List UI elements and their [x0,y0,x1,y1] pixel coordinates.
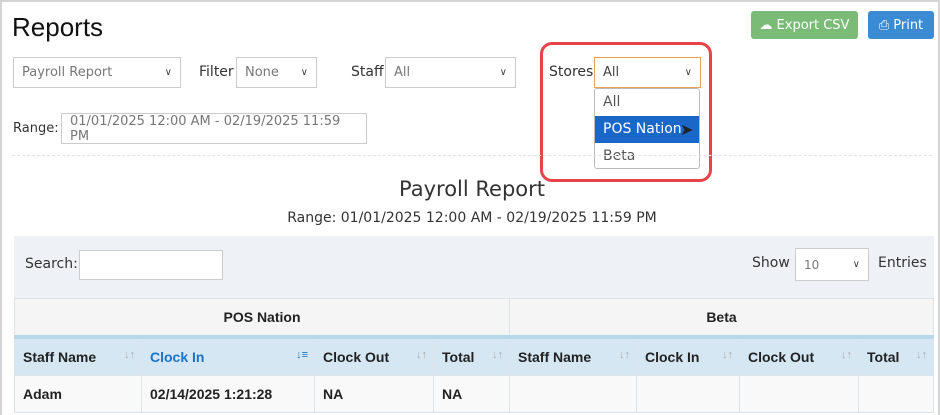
stores-value: All [603,65,620,80]
col-beta-staff-name[interactable]: Staff Name ↓↑ [509,336,637,376]
search-label: Search: [25,256,78,272]
group-header-pos-nation: POS Nation [14,298,510,339]
cell: NA [314,375,434,413]
col-label: Clock Out [323,348,390,365]
payroll-table: POS Nation Beta Staff Name ↓↑ Clock In ↓≡ C… [14,298,934,413]
col-beta-clock-out[interactable]: Clock Out ↓↑ [739,336,859,376]
col-staff-name[interactable]: Staff Name ↓↑ [14,336,142,376]
print-button[interactable]: ⎙ Print [868,11,934,39]
filter-label: Filter [199,64,234,80]
entries-value: 10 [804,257,820,272]
mouse-cursor-icon: ➤ [680,120,694,139]
stores-select[interactable]: All ∨ [594,57,701,88]
chevron-down-icon: ∨ [300,67,308,78]
col-total[interactable]: Total ↓↑ [433,336,510,376]
report-range: Range: 01/01/2025 12:00 AM - 02/19/2025 … [287,210,657,226]
cloud-download-icon: ☁ [759,17,773,33]
cell [739,375,859,413]
col-label: Clock In [645,348,700,365]
entries-select[interactable]: 10 ∨ [795,248,869,281]
group-header-beta: Beta [509,298,934,339]
sort-icon: ↓↑ [916,348,927,361]
sort-icon: ↓↑ [841,348,852,361]
col-label: Staff Name [518,348,592,365]
cell [509,375,637,413]
stores-option-beta[interactable]: Beta [595,143,699,170]
col-label: Clock In [150,348,205,365]
cell [636,375,740,413]
col-label: Clock Out [748,348,815,365]
col-label: Total [867,348,900,365]
staff-label: Staff [351,64,384,80]
col-beta-total[interactable]: Total ↓↑ [858,336,934,376]
chevron-down-icon: ∨ [499,67,507,78]
chevron-down-icon: ∨ [164,67,172,78]
show-label: Show [752,255,790,271]
col-clock-out[interactable]: Clock Out ↓↑ [314,336,434,376]
staff-select[interactable]: All ∨ [385,57,516,88]
sort-icon: ↓↑ [722,348,733,361]
filter-select[interactable]: None ∨ [236,57,317,88]
col-label: Total [442,348,475,365]
report-title: Payroll Report [399,177,545,201]
sort-icon: ↓↑ [416,348,427,361]
chevron-down-icon: ∨ [852,259,860,270]
sort-icon: ↓↑ [492,348,503,361]
range-label: Range: [13,121,59,136]
sort-icon: ↓↑ [124,348,135,361]
stores-option-all[interactable]: All [595,89,699,116]
sort-icon: ↓↑ [619,348,630,361]
entries-label: Entries [878,255,927,271]
print-icon: ⎙ [878,17,890,33]
col-beta-clock-in[interactable]: Clock In ↓↑ [636,336,740,376]
table-row: Adam 02/14/2025 1:21:28 NA NA [14,375,934,413]
search-input[interactable] [79,250,223,280]
divider [12,155,932,156]
page-title: Reports [12,12,104,42]
col-label: Staff Name [23,348,97,365]
export-label: Export CSV [776,17,850,33]
stores-label: Stores [549,64,594,80]
col-clock-in[interactable]: Clock In ↓≡ [141,336,315,376]
sort-desc-icon: ↓≡ [296,348,308,361]
cell [858,375,934,413]
report-type-select[interactable]: Payroll Report ∨ [13,57,181,88]
cell: Adam [14,375,142,413]
filter-value: None [245,65,279,80]
print-label: Print [893,17,924,33]
cell: 02/14/2025 1:21:28 [141,375,315,413]
export-csv-button[interactable]: ☁ Export CSV [751,11,858,39]
chevron-down-icon: ∨ [684,67,692,78]
cell: NA [433,375,510,413]
report-type-value: Payroll Report [22,65,113,80]
range-input[interactable]: 01/01/2025 12:00 AM - 02/19/2025 11:59 P… [61,113,367,144]
staff-value: All [394,65,411,80]
